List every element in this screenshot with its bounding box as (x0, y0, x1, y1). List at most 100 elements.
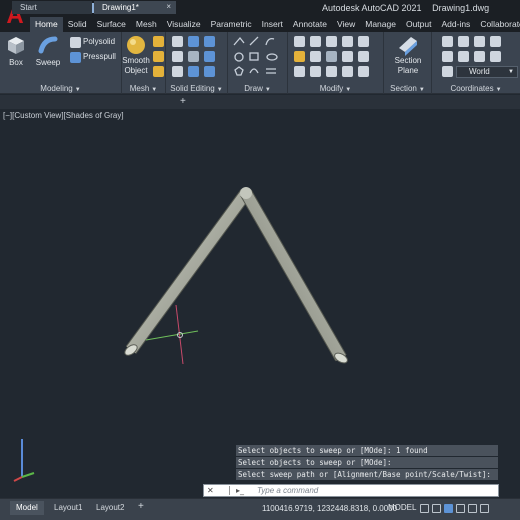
erase-icon[interactable] (358, 51, 369, 62)
thicken-icon[interactable] (188, 66, 199, 77)
coordinates-group: Coordinates ▼ (432, 32, 520, 94)
tab-insert[interactable]: Insert (257, 17, 288, 32)
ucs-object-icon[interactable] (442, 66, 453, 77)
customize-command-icon[interactable] (220, 486, 230, 495)
coordinate-readout[interactable]: 1100416.9719, 1232448.8318, 0.0000 (262, 504, 397, 513)
solid-editing-group-label[interactable]: Solid Editing ▼ (166, 84, 227, 93)
tab-visualize[interactable]: Visualize (162, 17, 206, 32)
command-input[interactable]: Type a command (257, 485, 318, 496)
subtract-icon[interactable] (172, 51, 183, 62)
autocad-window: Autodesk AutoCAD 2021 Drawing1.dwg A Hom… (0, 0, 520, 520)
grid-icon[interactable] (420, 504, 429, 513)
snap-icon[interactable] (432, 504, 441, 513)
ucs-y-icon[interactable] (458, 51, 469, 62)
sweep-icon (38, 36, 58, 54)
rotate-icon[interactable] (310, 36, 321, 47)
presspull-label: Presspull (83, 52, 116, 61)
ucs-x-icon[interactable] (442, 51, 453, 62)
draw-tools-icons[interactable] (232, 35, 286, 79)
model-space-button[interactable]: MODEL (388, 503, 416, 512)
tab-start[interactable]: Start (12, 1, 92, 14)
status-bar: Model Layout1 Layout2 + 1100416.9719, 12… (0, 498, 520, 520)
command-history: Select objects to sweep or [MOde]: 1 fou… (236, 445, 498, 481)
tab-output[interactable]: Output (401, 17, 437, 32)
trim-icon[interactable] (326, 36, 337, 47)
mesh-refine-icon[interactable] (153, 51, 164, 62)
stretch-icon[interactable] (326, 51, 337, 62)
chevron-down-icon: ▼ (508, 69, 514, 75)
close-command-icon[interactable]: ✕ (207, 485, 214, 496)
align-icon[interactable] (358, 66, 369, 77)
smooth-object-icon (127, 36, 145, 54)
break-icon[interactable] (342, 66, 353, 77)
union-icon[interactable] (172, 36, 183, 47)
tab-view[interactable]: View (332, 17, 360, 32)
customize-icon[interactable] (480, 504, 489, 513)
polar-icon[interactable] (456, 504, 465, 513)
ucs-view-icon[interactable] (490, 51, 501, 62)
tab-annotate[interactable]: Annotate (288, 17, 332, 32)
mesh-smooth-more-icon[interactable] (153, 36, 164, 47)
tab-mesh[interactable]: Mesh (131, 17, 162, 32)
tab-add-ins[interactable]: Add-ins (436, 17, 475, 32)
tab-solid[interactable]: Solid (63, 17, 92, 32)
drawing-viewport[interactable]: [−][Custom View][Shades of Gray] (0, 109, 520, 495)
osnap-icon[interactable] (468, 504, 477, 513)
array-icon[interactable] (342, 51, 353, 62)
intersect-icon[interactable] (172, 66, 183, 77)
mirror-icon[interactable] (358, 36, 369, 47)
separate-icon[interactable] (204, 51, 215, 62)
window-title: Autodesk AutoCAD 2021 Drawing1.dwg (322, 3, 489, 13)
modeling-group: Box Sweep Polysolid Presspull Modeling ▼ (0, 32, 122, 94)
join-icon[interactable] (326, 66, 337, 77)
shell-icon[interactable] (204, 66, 215, 77)
tab-start-label: Start (20, 3, 37, 12)
coordinates-group-label[interactable]: Coordinates ▼ (432, 84, 520, 93)
ucs-icon[interactable] (442, 36, 453, 47)
ucs-dropdown[interactable]: World ▼ (456, 66, 518, 78)
scale-icon[interactable] (310, 51, 321, 62)
extrude-faces-icon[interactable] (204, 36, 215, 47)
tab-drawing1[interactable]: Drawing1* × (94, 1, 176, 14)
explode-icon[interactable] (310, 66, 321, 77)
extract-edges-icon[interactable] (188, 36, 199, 47)
ucs-world-icon[interactable] (474, 36, 485, 47)
ucs-named-icon[interactable] (458, 36, 469, 47)
ucs-axis-icon (13, 439, 35, 482)
offset-icon[interactable] (294, 66, 305, 77)
section-plane-label-2: Plane (397, 66, 419, 75)
slice-icon[interactable] (188, 51, 199, 62)
ortho-icon[interactable] (444, 504, 453, 513)
polysolid-icon (70, 37, 81, 48)
fillet-icon[interactable] (294, 51, 305, 62)
tab-surface[interactable]: Surface (92, 17, 131, 32)
ucs-dropdown-value: World (469, 67, 490, 76)
ribbon-tab-bar: Home Solid Surface Mesh Visualize Parametric I… (30, 17, 520, 32)
mesh-crease-icon[interactable] (153, 66, 164, 77)
tab-parametric[interactable]: Parametric (206, 17, 257, 32)
layout-tab-model[interactable]: Model (10, 501, 44, 515)
smooth-label-2: Object (124, 66, 148, 75)
ucs-z-icon[interactable] (474, 51, 485, 62)
tab-collaborate[interactable]: Collaborate (475, 17, 520, 32)
command-line[interactable]: ✕ ▸_ Type a command (203, 484, 499, 497)
draw-group-label[interactable]: Draw ▼ (228, 84, 287, 93)
layout-tab-layout2[interactable]: Layout2 (90, 501, 130, 515)
tab-home[interactable]: Home (30, 17, 63, 32)
section-group-label[interactable]: Section ▼ (384, 84, 431, 93)
tab-manage[interactable]: Manage (360, 17, 401, 32)
tab-drawing1-label: Drawing1* (102, 3, 139, 12)
product-name: Autodesk AutoCAD 2021 (322, 3, 422, 13)
modify-group-label[interactable]: Modify ▼ (288, 84, 383, 93)
move-icon[interactable] (294, 36, 305, 47)
modeling-group-label[interactable]: Modeling ▼ (0, 84, 121, 93)
mesh-group-label[interactable]: Mesh ▼ (122, 84, 165, 93)
copy-icon[interactable] (342, 36, 353, 47)
ucs-origin-icon[interactable] (490, 36, 501, 47)
layout-tab-layout1[interactable]: Layout1 (48, 501, 88, 515)
polysolid-label: Polysolid (83, 37, 116, 46)
mesh-group: Smooth Object Mesh ▼ (122, 32, 166, 94)
new-tab-button[interactable]: + (180, 96, 186, 107)
close-icon[interactable]: × (166, 2, 171, 11)
add-layout-button[interactable]: + (132, 501, 150, 515)
